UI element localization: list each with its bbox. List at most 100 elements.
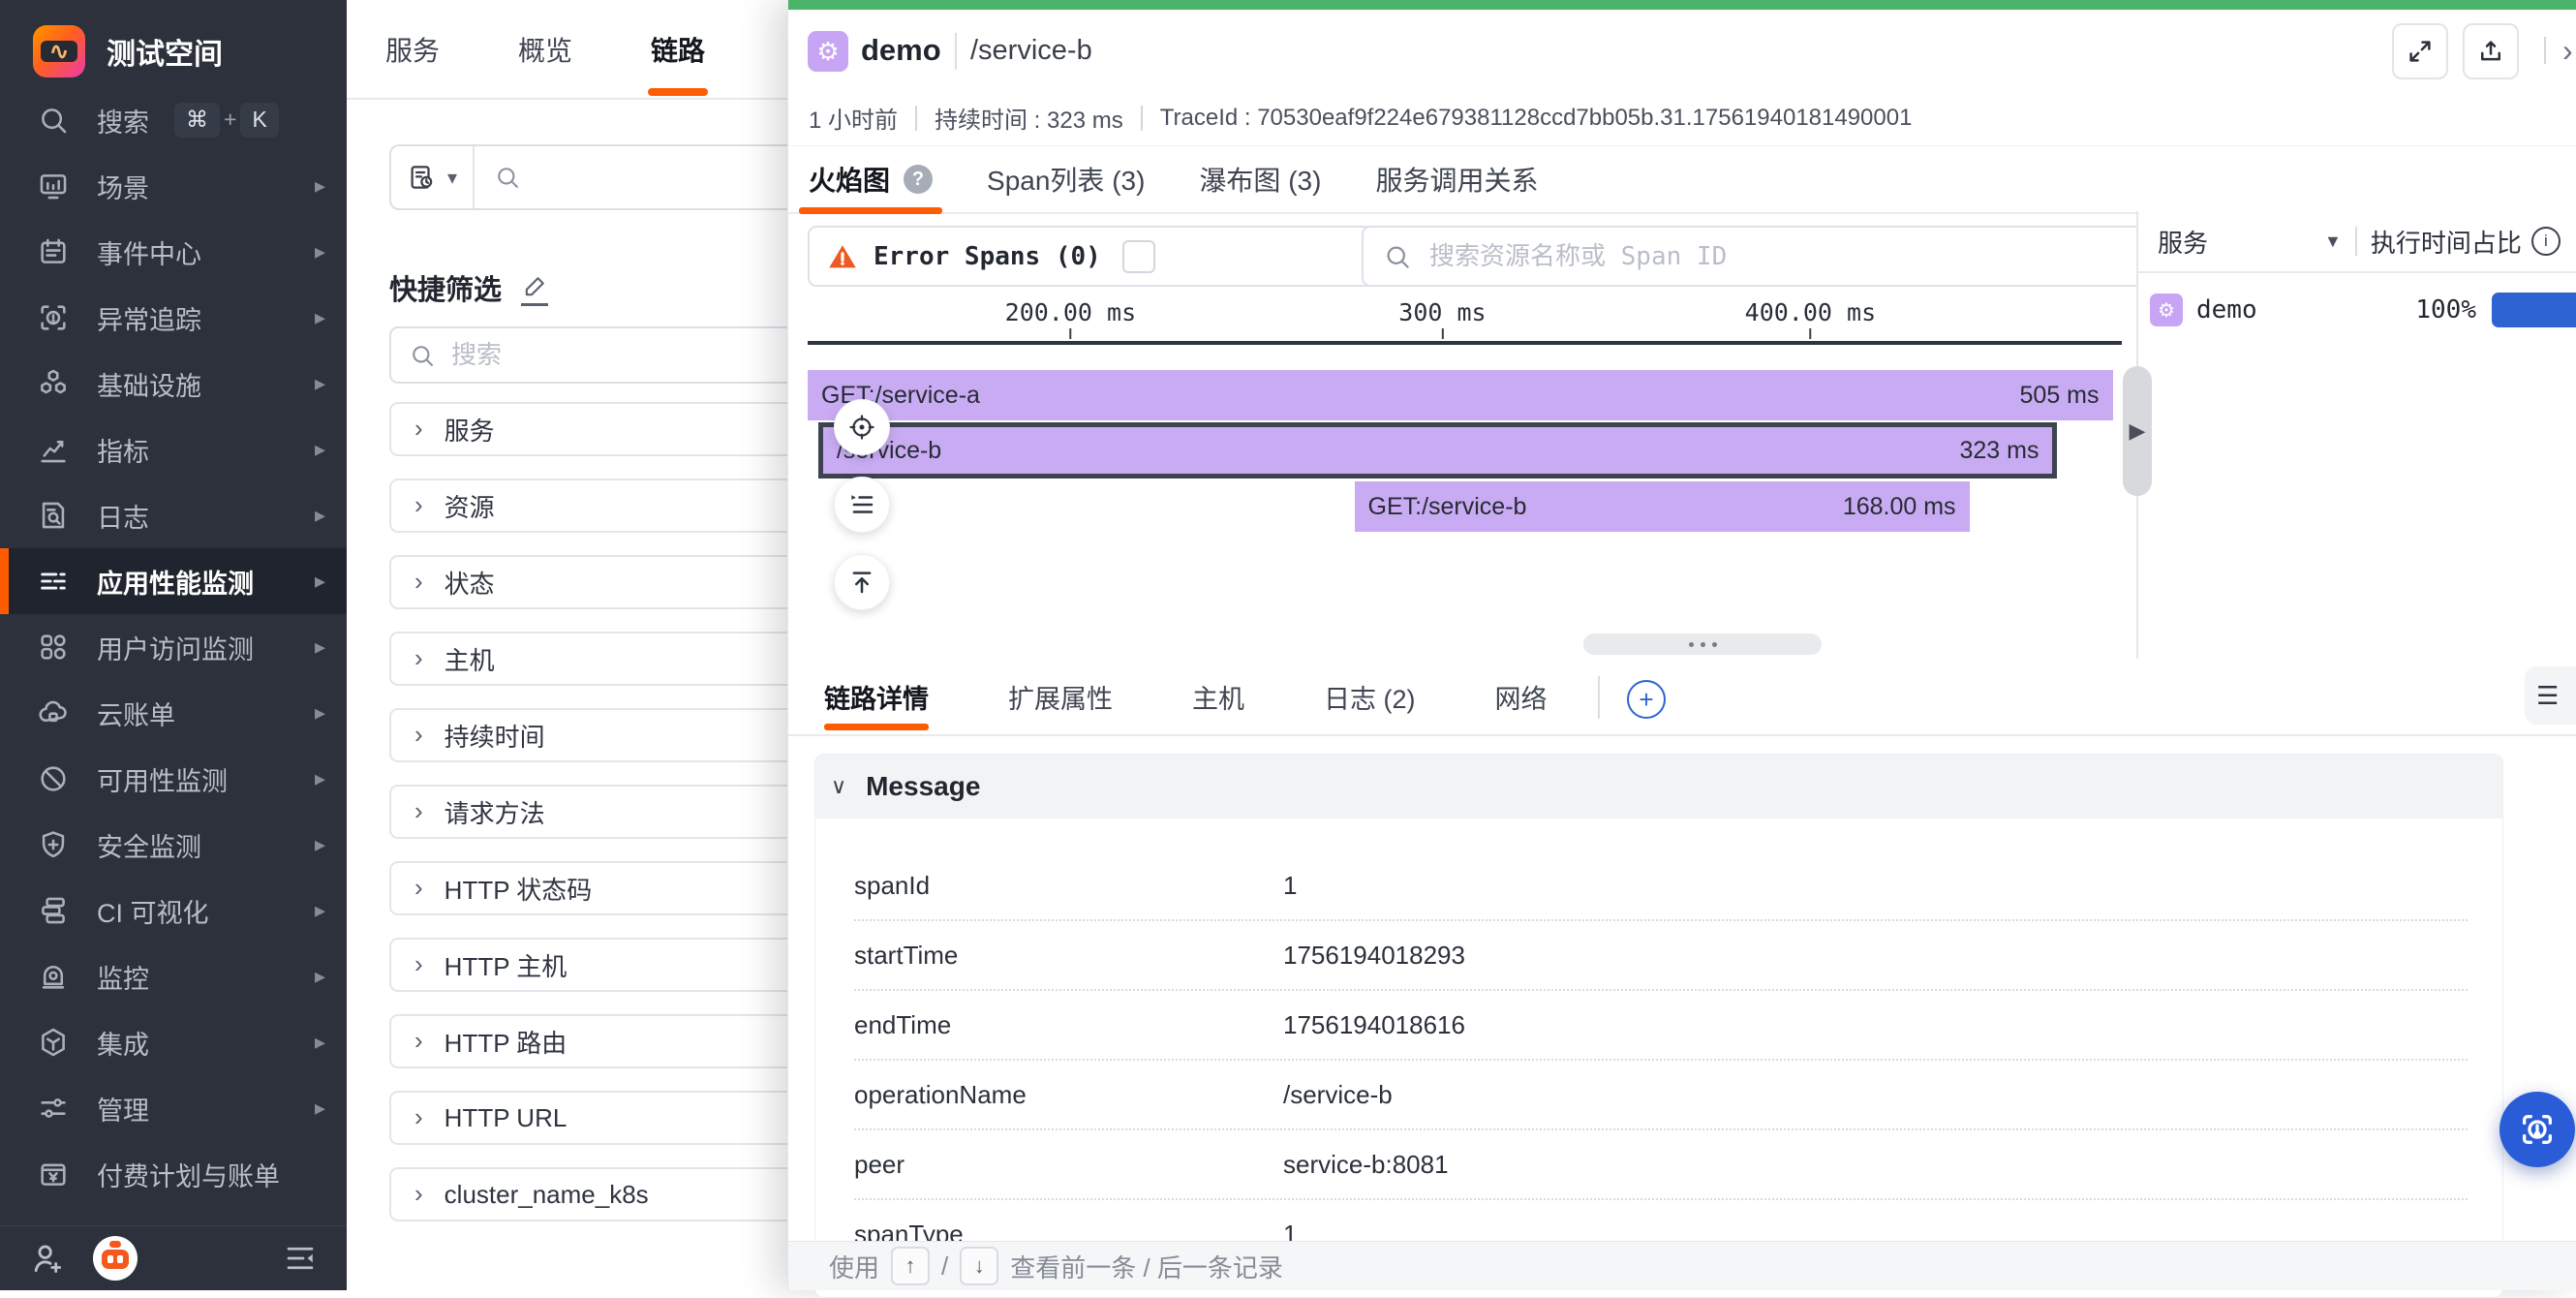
facet-label: HTTP 路由 [445,1024,567,1060]
sidebar-item-integration[interactable]: 集成▸ [0,1009,347,1075]
axis-tick-mark [1809,328,1811,339]
trace-tab-span-list[interactable]: Span列表 (3) [987,146,1145,212]
facet-请求方法[interactable]: ›请求方法 [389,785,806,839]
axis-tick-label: 200.00 ms [1005,298,1136,326]
flame-graph[interactable]: GET:/service-a505 ms/service-b323 msGET:… [808,370,2122,535]
facet-search-input[interactable] [449,339,804,371]
sidebar-item-scene[interactable]: 场景▸ [0,153,347,219]
trace-tab-flame[interactable]: 火焰图? [809,146,933,212]
chevron-right-icon[interactable]: › [2562,33,2573,69]
tab-链路[interactable]: 链路 [651,1,705,98]
sidebar-item-error-tracking[interactable]: 异常追踪▸ [0,285,347,351]
facet-HTTP 主机[interactable]: ›HTTP 主机 [389,938,806,992]
sidebar-item-monitoring[interactable]: 监控▸ [0,943,347,1009]
workspace-title: 测试空间 [107,30,223,73]
sidebar-item-event-center[interactable]: 事件中心▸ [0,219,347,285]
service-row-demo[interactable]: ⚙demo100% [2138,273,2576,347]
facet-主机[interactable]: ›主机 [389,632,806,686]
sidebar-item-management[interactable]: 管理▸ [0,1075,347,1141]
sidebar-item-search[interactable]: 搜索 ⌘+K [0,87,347,153]
facet-服务[interactable]: ›服务 [389,402,806,456]
user-plus-icon[interactable] [29,1240,66,1277]
facet-资源[interactable]: ›资源 [389,479,806,533]
collapse-left-icon[interactable] [283,1241,318,1276]
facet-HTTP 状态码[interactable]: ›HTTP 状态码 [389,861,806,915]
span-bar-GET:/service-a[interactable]: GET:/service-a505 ms [808,370,2113,420]
detail-tab-ext-attrs[interactable]: 扩展属性 [1008,659,1113,734]
error-spans-checkbox[interactable] [1122,240,1155,273]
add-tab-button[interactable]: + [1627,680,1666,719]
quick-filter-title: 快捷筛选 [389,267,502,308]
monitor-icon [37,170,70,202]
message-card: ∨ Message spanId1startTime1756194018293e… [814,754,2503,1298]
span-bar-/service-b[interactable]: /service-b323 ms [818,422,2058,479]
tab-服务[interactable]: 服务 [385,1,440,98]
service-column-header[interactable]: 服务 [2158,224,2208,260]
export-button[interactable] [2463,23,2519,79]
span-bar-GET:/service-b[interactable]: GET:/service-b168.00 ms [1355,481,1970,532]
workspace-logo-icon [33,25,85,77]
locate-span-button[interactable] [834,399,890,455]
chevron-down-icon[interactable]: ▼ [2324,232,2342,252]
panel-toggle-partial[interactable]: ☰ [2525,666,2576,725]
detail-tab-trace-detail[interactable]: 链路详情 [824,659,929,734]
panel-resize-handle[interactable]: ▶ [2123,366,2152,496]
saved-view-dropdown[interactable]: ▾ [391,146,475,208]
scroll-to-top-button[interactable] [834,554,890,610]
tab-概览[interactable]: 概览 [518,1,572,98]
sidebar-item-security[interactable]: 安全监测▸ [0,812,347,878]
help-icon[interactable]: ? [904,165,933,194]
trace-list-panel: 服务概览链路 ▾ 快捷筛选 ›服务›资源›状态›主机›持续时间›请求方法›HTT… [347,0,787,1290]
trace-duration: 持续时间 : 323 ms [935,101,1123,135]
trace-tab-label: Span列表 (3) [987,160,1145,199]
detail-tab-logs[interactable]: 日志 (2) [1324,659,1416,734]
sidebar-item-billing[interactable]: 付费计划与账单 [0,1141,347,1207]
message-header[interactable]: ∨ Message [815,755,2502,819]
trace-tab-waterfall[interactable]: 瀑布图 (3) [1199,146,1321,212]
facet-持续时间[interactable]: ›持续时间 [389,708,806,762]
search-icon [494,164,521,191]
facet-search[interactable] [389,326,806,384]
chevron-right-icon: ▸ [315,1096,325,1121]
keycap-cmd: ⌘ [174,103,220,138]
sidebar-item-label: 事件中心 [97,233,201,271]
facet-HTTP 路由[interactable]: ›HTTP 路由 [389,1014,806,1068]
fullscreen-button[interactable] [2392,23,2448,79]
detail-tab-host[interactable]: 主机 [1192,659,1244,734]
sidebar-item-metrics[interactable]: 指标▸ [0,417,347,482]
sidebar-item-availability[interactable]: 可用性监测▸ [0,746,347,812]
trace-tab-label: 瀑布图 (3) [1199,160,1321,199]
chevron-right-icon: ▸ [315,569,325,594]
sidebar-item-apm[interactable]: 应用性能监测▸ [0,548,347,614]
chevron-down-icon: ∨ [831,774,846,799]
sidebar-item-rum[interactable]: 用户访问监测▸ [0,614,347,680]
sidebar-item-infrastructure[interactable]: 基础设施▸ [0,351,347,417]
facet-状态[interactable]: ›状态 [389,555,806,609]
robot-avatar[interactable] [93,1236,138,1281]
span-tree-button[interactable] [834,477,890,533]
issue-capture-button[interactable] [2499,1092,2575,1167]
trace-view-tabs-row: 火焰图? Span列表 (3) 瀑布图 (3) 服务调用关系 [788,145,2576,214]
detail-tab-network[interactable]: 网络 [1495,659,1548,734]
capture-icon [2518,1110,2557,1149]
chevron-right-icon: › [414,720,423,750]
axis-tick: 400.00 ms [1745,298,1876,339]
horizontal-scrollbar[interactable] [1583,634,1822,655]
warning-icon [827,241,858,272]
edit-pencil-icon[interactable] [521,270,548,306]
sidebar-item-cloud-bill[interactable]: 云账单▸ [0,680,347,746]
facet-cluster_name_k8s[interactable]: ›cluster_name_k8s [389,1167,806,1221]
wallet-icon [37,1158,70,1190]
divider [955,33,957,70]
workspace-header[interactable]: 测试空间 [0,0,347,87]
sidebar-item-label: CI 可视化 [97,892,209,930]
sidebar-item-logs[interactable]: 日志▸ [0,482,347,548]
facet-HTTP URL[interactable]: ›HTTP URL [389,1091,806,1145]
sidebar-item-ci[interactable]: CI 可视化 ▸ [0,878,347,943]
trace-tab-service-map[interactable]: 服务调用关系 [1375,146,1538,212]
info-icon[interactable]: i [2531,227,2561,256]
cloud-icon [37,696,70,729]
expand-icon [2406,37,2435,66]
facet-label: 请求方法 [445,794,545,830]
chevron-right-icon: ▸ [315,898,325,923]
